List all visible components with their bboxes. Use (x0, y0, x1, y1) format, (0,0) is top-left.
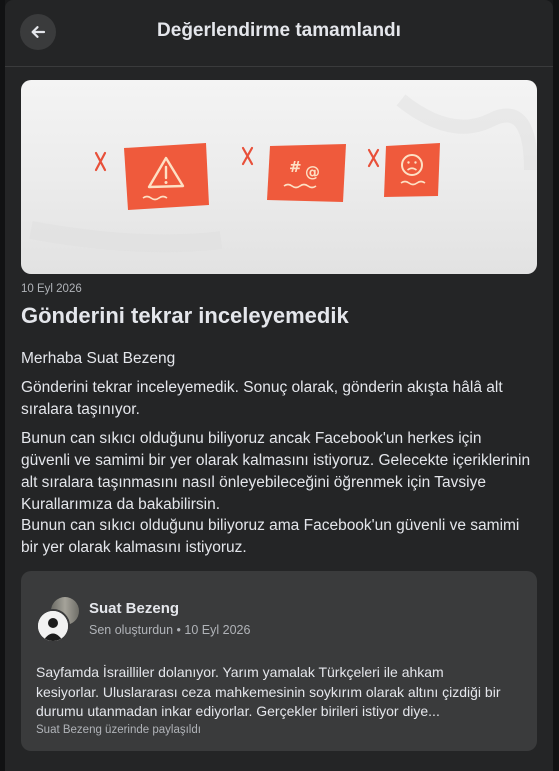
warning-note-icon (124, 143, 209, 210)
post-text: Sayfamda İsrailliler dolanıyor. Yarım ya… (36, 664, 501, 719)
x-mark-icon (367, 148, 380, 168)
profanity-note-icon: # @ (267, 144, 346, 202)
profile-avatar (36, 609, 70, 643)
greeting-text: Merhaba Suat Bezeng (21, 350, 176, 367)
person-icon (38, 611, 68, 641)
sad-face-note-icon (384, 143, 440, 197)
dialog-title: Değerlendirme tamamlandı (157, 20, 401, 41)
notice-date: 10 Eyl 2026 (21, 283, 82, 295)
notice-paragraph-2: Bunun can sıkıcı olduğunu biliyoruz anca… (21, 430, 531, 513)
hero-illustration: # @ (21, 80, 537, 274)
x-mark-icon (94, 151, 107, 172)
rejected-notes-illustration: # @ (29, 94, 537, 253)
post-author-name[interactable]: Suat Bezeng (89, 600, 179, 617)
post-shared-on: Suat Bezeng üzerinde paylaşıldı (36, 724, 201, 736)
post-preview-card[interactable]: Suat Bezeng Sen oluşturdun • 10 Eyl 2026… (21, 571, 537, 751)
notice-paragraph-1: Gönderini tekrar inceleyemedik. Sonuç ol… (21, 379, 503, 418)
notice-title: Gönderini tekrar inceleyemedik (21, 303, 349, 328)
svg-text:@: @ (305, 163, 320, 181)
review-dialog: Değerlendirme tamamlandı # @ 10 Eyl 2026… (5, 0, 553, 771)
notice-paragraph-3: Bunun can sıkıcı olduğunu biliyoruz ama … (21, 517, 520, 556)
background-right-edge (553, 0, 559, 771)
post-meta: Sen oluşturdun • 10 Eyl 2026 (89, 623, 251, 637)
dialog-header: Değerlendirme tamamlandı (5, 0, 553, 67)
svg-text:#: # (289, 158, 302, 176)
x-mark-icon (241, 146, 254, 166)
avatar (36, 597, 80, 643)
